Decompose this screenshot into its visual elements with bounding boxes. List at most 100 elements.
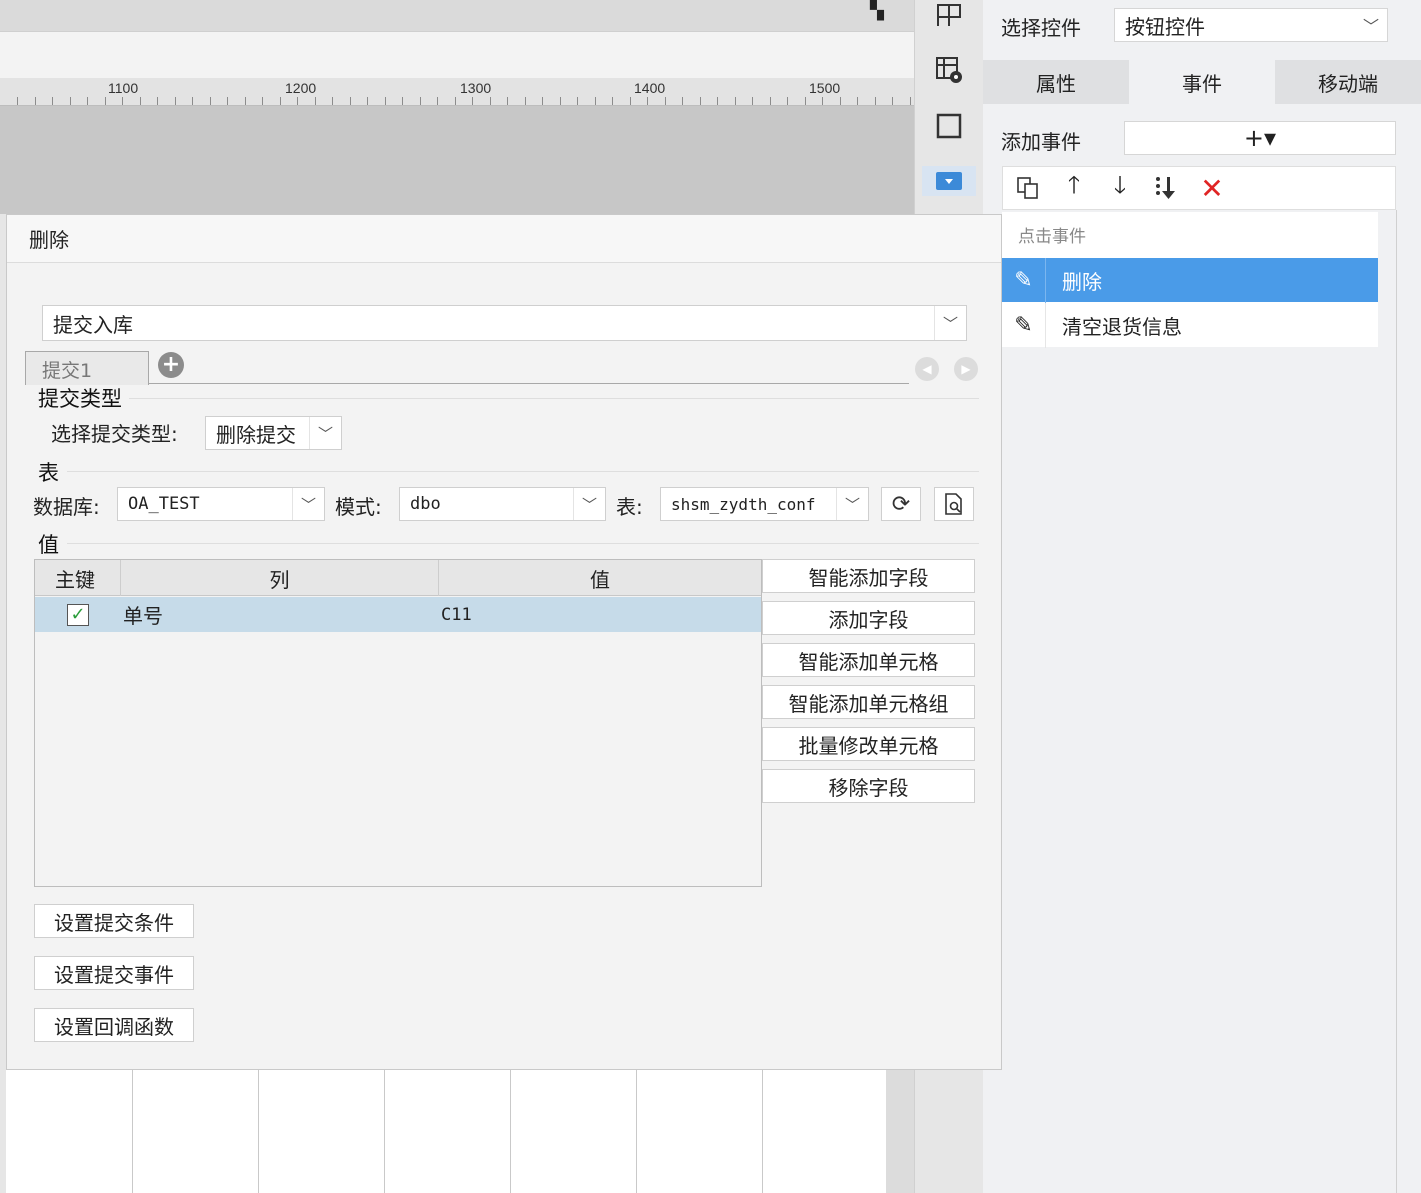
ruler-tick bbox=[367, 97, 368, 105]
add-event-button-label: +▾ bbox=[1243, 124, 1277, 152]
schema-select[interactable]: dbo ﹀ bbox=[399, 487, 606, 521]
ruler-tick bbox=[489, 97, 491, 105]
ruler-label: 1400 bbox=[634, 80, 666, 96]
set-submit-event-button[interactable]: 设置提交事件 bbox=[34, 956, 194, 990]
field-grid: 主键 列 值 ✓ 单号 C11 bbox=[34, 559, 762, 887]
widget-select-value: 按钮控件 bbox=[1125, 14, 1205, 39]
ruler-tick bbox=[787, 97, 788, 105]
tab-prev-icon[interactable]: ◀ bbox=[915, 357, 939, 381]
grid-line bbox=[762, 1070, 763, 1193]
ruler-tick bbox=[612, 97, 613, 105]
tab-submit-1[interactable]: 提交1 bbox=[25, 351, 149, 385]
divider bbox=[129, 398, 979, 399]
edit-icon[interactable]: ✎ bbox=[1002, 302, 1046, 348]
ruler-tick bbox=[892, 97, 893, 105]
value-cell[interactable]: C11 bbox=[439, 605, 761, 625]
refresh-icon[interactable]: ⟳ bbox=[881, 487, 921, 521]
delete-icon[interactable]: ✕ bbox=[1195, 171, 1229, 205]
ruler-tick bbox=[472, 97, 473, 105]
sheet-grid[interactable] bbox=[6, 1070, 886, 1193]
add-field-button[interactable]: 添加字段 bbox=[762, 601, 975, 635]
ruler-tick bbox=[857, 97, 858, 105]
chevron-down-icon: ﹀ bbox=[292, 488, 324, 520]
ruler-tick bbox=[804, 97, 806, 105]
ruler-tick bbox=[227, 97, 228, 105]
preview-table-icon[interactable] bbox=[934, 487, 974, 521]
grid-header-value[interactable]: 值 bbox=[439, 560, 761, 596]
ruler-tick bbox=[192, 97, 193, 105]
copy-icon[interactable] bbox=[1011, 171, 1045, 205]
ruler-tick bbox=[699, 97, 701, 105]
ruler-label: 1500 bbox=[809, 80, 841, 96]
set-callback-button[interactable]: 设置回调函数 bbox=[34, 1008, 194, 1042]
table-row[interactable]: ✓ 单号 C11 bbox=[35, 597, 761, 632]
panel-tabs: 属性 事件 移动端 bbox=[983, 60, 1421, 104]
submit-type-select[interactable]: 删除提交 ﹀ bbox=[205, 416, 342, 450]
ruler-tick bbox=[682, 97, 683, 105]
event-item-delete[interactable]: ✎ 删除 bbox=[1002, 257, 1378, 303]
tab-properties[interactable]: 属性 bbox=[983, 60, 1129, 104]
ruler-tick bbox=[69, 97, 71, 105]
submit-type-label: 选择提交类型: bbox=[51, 422, 178, 446]
ruler-tick bbox=[909, 97, 911, 105]
section-value: 值 bbox=[38, 533, 59, 557]
set-submit-condition-button[interactable]: 设置提交条件 bbox=[34, 904, 194, 938]
event-item-clear-return[interactable]: ✎ 清空退货信息 bbox=[1002, 302, 1378, 348]
widget-select[interactable]: 按钮控件 ﹀ bbox=[1114, 8, 1388, 42]
move-bottom-icon[interactable] bbox=[1149, 171, 1183, 205]
ruler-tick bbox=[437, 97, 438, 105]
grid-line bbox=[132, 1070, 133, 1193]
section-table: 表 bbox=[38, 461, 59, 485]
ruler-label: 1200 bbox=[285, 80, 317, 96]
tab-underline bbox=[149, 383, 909, 384]
tab-events[interactable]: 事件 bbox=[1129, 60, 1275, 104]
ruler-tick bbox=[524, 97, 526, 105]
table-select[interactable]: shsm_zydth_conf ﹀ bbox=[660, 487, 869, 521]
ruler-tick bbox=[139, 97, 141, 105]
remove-field-button[interactable]: 移除字段 bbox=[762, 769, 975, 803]
grid-header-column[interactable]: 列 bbox=[121, 560, 439, 596]
table-settings-icon[interactable] bbox=[934, 55, 964, 85]
ruler-tick bbox=[34, 97, 36, 105]
section-submit-type: 提交类型 bbox=[38, 387, 122, 411]
primary-key-checkbox[interactable]: ✓ bbox=[67, 603, 89, 626]
designer-top-bar bbox=[0, 0, 914, 32]
tab-mobile[interactable]: 移动端 bbox=[1275, 60, 1421, 104]
column-cell[interactable]: 单号 bbox=[121, 600, 439, 629]
add-tab-icon[interactable]: + bbox=[158, 352, 184, 378]
ruler-tick bbox=[717, 97, 718, 105]
ruler-tick bbox=[87, 97, 88, 105]
move-down-icon[interactable]: 🡓 bbox=[1103, 171, 1137, 205]
ruler-tick bbox=[209, 97, 211, 105]
action-type-value: 提交入库 bbox=[53, 312, 133, 337]
dialog-title: 删除 bbox=[7, 215, 1001, 263]
ruler-tick bbox=[734, 97, 736, 105]
event-toolbar: 🡑 🡓 ✕ bbox=[1002, 166, 1396, 210]
smart-add-cell-button[interactable]: 智能添加单元格 bbox=[762, 643, 975, 677]
ruler-tick bbox=[874, 97, 876, 105]
batch-modify-cells-button[interactable]: 批量修改单元格 bbox=[762, 727, 975, 761]
move-up-icon[interactable]: 🡑 bbox=[1057, 171, 1091, 205]
edit-icon[interactable]: ✎ bbox=[1002, 257, 1046, 303]
action-type-select[interactable]: 提交入库 ﹀ bbox=[42, 305, 967, 341]
sheet-scroll-edge bbox=[886, 1070, 914, 1193]
smart-add-cell-group-button[interactable]: 智能添加单元格组 bbox=[762, 685, 975, 719]
designer-header-area bbox=[0, 32, 914, 78]
smart-add-field-button[interactable]: 智能添加字段 bbox=[762, 559, 975, 593]
add-event-button[interactable]: +▾ bbox=[1124, 121, 1396, 155]
properties-panel: 选择控件 按钮控件 ﹀ 属性 事件 移动端 添加事件 +▾ 🡑 🡓 ✕ 点击事件… bbox=[983, 0, 1421, 1193]
cursor-icon: ▚ bbox=[870, 0, 884, 21]
design-canvas bbox=[0, 106, 914, 214]
layout-icon[interactable] bbox=[934, 0, 964, 30]
ruler-tick bbox=[507, 97, 508, 105]
database-select[interactable]: OA_TEST ﹀ bbox=[117, 487, 325, 521]
ruler-tick bbox=[332, 97, 333, 105]
dropdown-widget-icon[interactable] bbox=[922, 166, 976, 196]
frame-icon[interactable] bbox=[934, 111, 964, 141]
ruler-tick bbox=[174, 97, 176, 105]
table-label: 表: bbox=[616, 495, 643, 519]
tab-next-icon[interactable]: ▶ bbox=[954, 357, 978, 381]
ruler-tick bbox=[769, 97, 771, 105]
ruler-tick bbox=[384, 97, 386, 105]
grid-header-key[interactable]: 主键 bbox=[35, 560, 121, 596]
